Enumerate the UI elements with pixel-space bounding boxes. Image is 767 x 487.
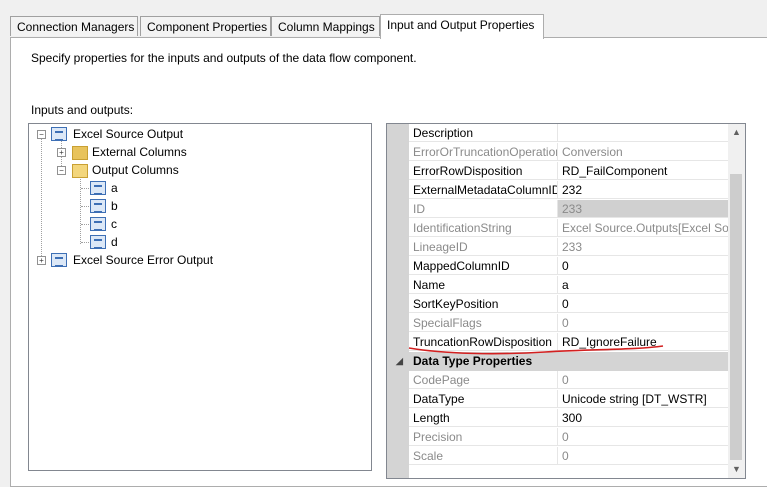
property-row[interactable]: Description bbox=[387, 124, 729, 143]
property-name: Length bbox=[409, 409, 558, 427]
vertical-scrollbar[interactable]: ▲ ▼ bbox=[728, 124, 745, 478]
scroll-down-icon[interactable]: ▼ bbox=[728, 461, 745, 478]
property-name: Scale bbox=[409, 447, 558, 465]
folder-open-icon bbox=[72, 164, 88, 178]
tree-node-label: a bbox=[111, 181, 118, 195]
tree-connector bbox=[41, 138, 42, 262]
tree-node-label: b bbox=[111, 199, 118, 213]
property-value: 0 bbox=[558, 447, 729, 465]
property-name: SpecialFlags bbox=[409, 314, 558, 332]
property-row[interactable]: MappedColumnID 0 bbox=[387, 257, 729, 276]
property-value: 0 bbox=[558, 428, 729, 446]
property-value: 233 bbox=[558, 200, 729, 218]
annotation-underline bbox=[408, 345, 664, 355]
property-value[interactable]: 0 bbox=[558, 257, 729, 275]
tree-connector bbox=[81, 188, 89, 189]
tree-node-label: Excel Source Output bbox=[73, 127, 184, 141]
property-value[interactable]: Unicode string [DT_WSTR] bbox=[558, 390, 729, 408]
property-row[interactable]: LineageID 233 bbox=[387, 238, 729, 257]
property-row[interactable]: ErrorOrTruncationOperation Conversion bbox=[387, 143, 729, 162]
property-value[interactable] bbox=[558, 124, 729, 142]
collapse-icon[interactable]: − bbox=[37, 130, 46, 139]
property-name: SortKeyPosition bbox=[409, 295, 558, 313]
inputs-outputs-label: Inputs and outputs: bbox=[31, 103, 134, 117]
column-icon bbox=[90, 199, 106, 213]
property-row[interactable]: Length 300 bbox=[387, 409, 729, 428]
collapse-icon[interactable]: − bbox=[57, 166, 66, 175]
tree-node-label: d bbox=[111, 235, 118, 249]
property-grid[interactable]: Description ErrorOrTruncationOperation C… bbox=[386, 123, 746, 479]
property-name: ErrorOrTruncationOperation bbox=[409, 143, 558, 161]
property-row[interactable]: Name a bbox=[387, 276, 729, 295]
property-value: 233 bbox=[558, 238, 729, 256]
property-name: LineageID bbox=[409, 238, 558, 256]
property-row[interactable]: Precision 0 bbox=[387, 428, 729, 447]
property-value: Conversion bbox=[558, 143, 729, 161]
scroll-up-icon[interactable]: ▲ bbox=[728, 124, 745, 141]
collapse-triangle-icon[interactable]: ◢ bbox=[396, 352, 403, 371]
property-row[interactable]: IdentificationString Excel Source.Output… bbox=[387, 219, 729, 238]
tree-node-label: Output Columns bbox=[92, 163, 179, 177]
expand-icon[interactable]: + bbox=[57, 148, 66, 157]
tab-column-mappings[interactable]: Column Mappings bbox=[271, 16, 380, 36]
property-value: Excel Source.Outputs[Excel Sour bbox=[558, 219, 729, 237]
scroll-thumb[interactable] bbox=[730, 174, 742, 460]
property-value[interactable]: a bbox=[558, 276, 729, 294]
property-value[interactable]: 0 bbox=[558, 295, 729, 313]
tree-node-label: External Columns bbox=[92, 145, 187, 159]
output-icon bbox=[51, 253, 67, 267]
property-name: IdentificationString bbox=[409, 219, 558, 237]
property-row[interactable]: ErrorRowDisposition RD_FailComponent bbox=[387, 162, 729, 181]
column-icon bbox=[90, 235, 106, 249]
property-row[interactable]: DataType Unicode string [DT_WSTR] bbox=[387, 390, 729, 409]
tree-connector bbox=[81, 206, 89, 207]
property-name: ErrorRowDisposition bbox=[409, 162, 558, 180]
tree-connector bbox=[81, 224, 89, 225]
property-value[interactable]: RD_FailComponent bbox=[558, 162, 729, 180]
property-value[interactable]: 232 bbox=[558, 181, 729, 199]
column-icon bbox=[90, 217, 106, 231]
property-value[interactable]: 300 bbox=[558, 409, 729, 427]
property-name: Description bbox=[409, 124, 558, 142]
property-name: Precision bbox=[409, 428, 558, 446]
property-row[interactable]: CodePage 0 bbox=[387, 371, 729, 390]
property-row[interactable]: ExternalMetadataColumnID 232 bbox=[387, 181, 729, 200]
property-row[interactable]: Scale 0 bbox=[387, 447, 729, 466]
expand-icon[interactable]: + bbox=[37, 256, 46, 265]
tree-node-label: Excel Source Error Output bbox=[73, 253, 214, 267]
column-icon bbox=[90, 181, 106, 195]
description-text: Specify properties for the inputs and ou… bbox=[31, 51, 417, 65]
property-row[interactable]: SortKeyPosition 0 bbox=[387, 295, 729, 314]
property-row[interactable]: SpecialFlags 0 bbox=[387, 314, 729, 333]
property-value: 0 bbox=[558, 371, 729, 389]
property-name: Name bbox=[409, 276, 558, 294]
output-icon bbox=[51, 127, 67, 141]
tree-connector bbox=[81, 242, 89, 243]
property-name: DataType bbox=[409, 390, 558, 408]
property-row[interactable]: ID 233 bbox=[387, 200, 729, 219]
property-name: CodePage bbox=[409, 371, 558, 389]
tree-connector bbox=[80, 176, 81, 244]
property-name: ID bbox=[409, 200, 558, 218]
property-name: MappedColumnID bbox=[409, 257, 558, 275]
tab-connection-managers[interactable]: Connection Managers bbox=[10, 16, 138, 36]
tab-component-properties[interactable]: Component Properties bbox=[140, 16, 271, 36]
folder-icon bbox=[72, 146, 88, 160]
inputs-outputs-tree[interactable]: − Excel Source Output + External Columns… bbox=[28, 123, 372, 471]
property-value: 0 bbox=[558, 314, 729, 332]
property-name: ExternalMetadataColumnID bbox=[409, 181, 558, 199]
tab-input-output-properties[interactable]: Input and Output Properties bbox=[380, 14, 544, 39]
tree-node-label: c bbox=[111, 217, 117, 231]
